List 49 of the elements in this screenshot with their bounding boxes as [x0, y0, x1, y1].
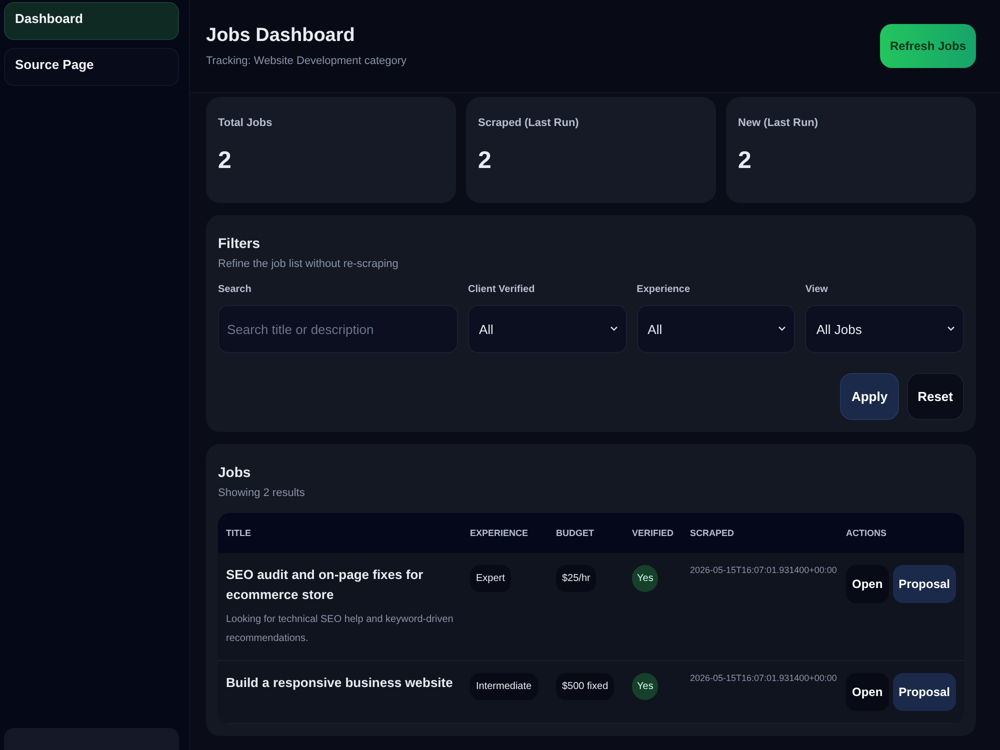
column-header: TITLE	[226, 528, 252, 538]
verified-tag: Yes	[632, 565, 658, 592]
column-header: EXPERIENCE	[470, 528, 530, 538]
proposal-button[interactable]: Proposal	[892, 565, 956, 603]
stat-value: 2	[738, 147, 752, 175]
search-field[interactable]: Search title or description	[218, 305, 458, 353]
budget-tag: $500 fixed	[556, 673, 614, 700]
stat-label: New (Last Run)	[738, 117, 820, 129]
panel-subtitle: Refine the job list without re-scraping	[218, 258, 400, 270]
reset-button[interactable]: Reset	[906, 373, 964, 420]
budget-tag: $25/hr	[556, 565, 596, 592]
sidebar-item[interactable]: Source Page	[4, 48, 179, 86]
page-subtitle: Tracking: Website Development category	[206, 55, 407, 67]
column-header: SCRAPED	[690, 528, 736, 538]
stat-value: 2	[218, 147, 232, 175]
select-field[interactable]: All	[636, 305, 796, 353]
scraped-time: 2026-05-15T16:07:01.931400+00:00	[690, 673, 838, 683]
column-header: ACTIONS	[846, 528, 888, 538]
field-label: Experience	[636, 284, 692, 295]
select-field[interactable]: All	[468, 305, 627, 353]
job-description: Looking for technical SEO help and keyword-driven recommendations.	[226, 613, 454, 646]
job-title: Build a responsive business website	[226, 674, 454, 692]
column-header: VERIFIED	[632, 528, 675, 538]
panel-subtitle: Showing 2 results	[218, 487, 306, 499]
experience-tag: Intermediate	[470, 673, 538, 700]
chevron-icon	[610, 326, 618, 332]
field-label: Client Verified	[468, 284, 536, 295]
chevron-icon	[947, 326, 955, 332]
job-title: SEO audit and on-page fixes for ecommerce store	[226, 566, 424, 604]
sidebar-item[interactable]: Dashboard	[4, 2, 179, 40]
stat-value: 2	[478, 147, 492, 175]
stat-label: Total Jobs	[218, 117, 274, 129]
panel-title: Jobs	[218, 464, 252, 480]
refresh-button[interactable]: Refresh Jobs	[880, 24, 976, 68]
field-label: Search	[218, 284, 252, 295]
page-title: Jobs Dashboard	[206, 25, 356, 47]
scraped-time: 2026-05-15T16:07:01.931400+00:00	[690, 565, 838, 575]
verified-tag: Yes	[632, 673, 658, 700]
select-field[interactable]: All Jobs	[805, 305, 964, 353]
column-header: BUDGET	[556, 528, 595, 538]
panel-title: Filters	[218, 235, 262, 251]
open-button[interactable]: Open	[846, 565, 889, 603]
stat-label: Scraped (Last Run)	[478, 117, 580, 129]
experience-tag: Expert	[470, 565, 511, 592]
open-button[interactable]: Open	[846, 673, 889, 711]
field-label: View	[805, 284, 829, 295]
apply-button[interactable]: Apply	[840, 373, 899, 420]
chevron-icon	[778, 326, 786, 332]
proposal-button[interactable]: Proposal	[892, 673, 956, 711]
